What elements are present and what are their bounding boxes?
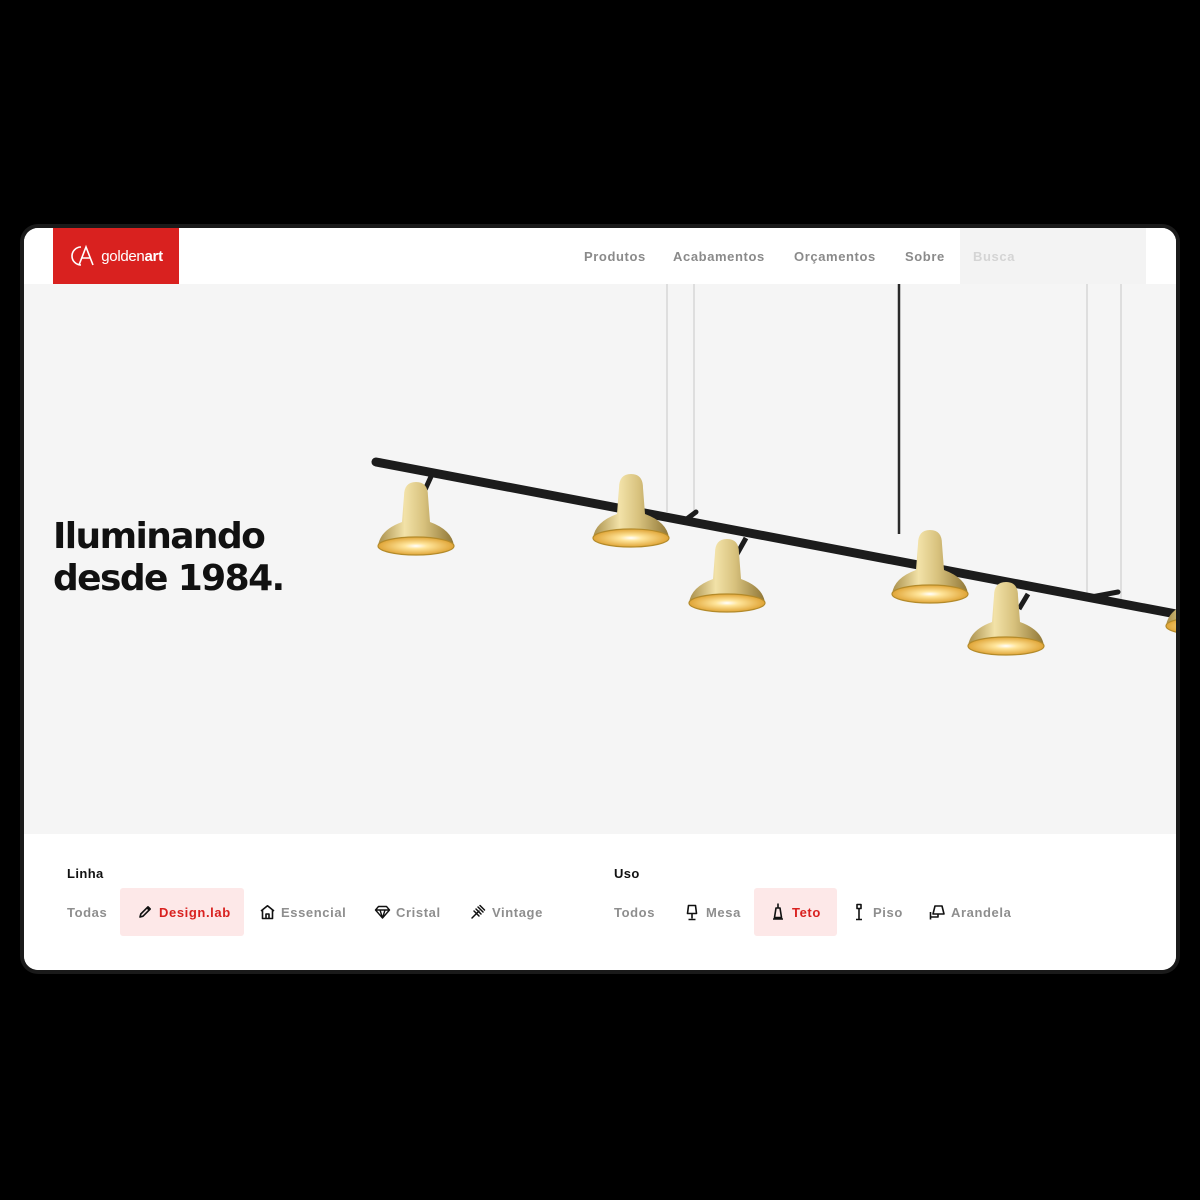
- table-lamp-icon: [683, 903, 701, 921]
- pendant-lamp-icon: [769, 903, 787, 921]
- filter-linha-vintage[interactable]: Vintage: [469, 888, 543, 936]
- ornament-icon: [469, 903, 487, 921]
- filter-group-linha-label: Linha: [67, 866, 104, 881]
- hero-banner: Iluminando desde 1984.: [24, 284, 1176, 834]
- chip-label: Teto: [792, 904, 821, 920]
- wall-lamp-icon: [928, 903, 946, 921]
- filter-uso-mesa[interactable]: Mesa: [683, 888, 741, 936]
- diamond-icon: [373, 903, 391, 921]
- hero-headline-line2: desde 1984.: [53, 558, 285, 599]
- chip-label: Vintage: [492, 904, 543, 920]
- filter-uso-teto[interactable]: Teto: [754, 888, 837, 936]
- nav-acabamentos[interactable]: Acabamentos: [673, 249, 765, 264]
- filter-linha-cristal[interactable]: Cristal: [373, 888, 441, 936]
- filter-group-uso-label: Uso: [614, 866, 640, 881]
- chip-label: Essencial: [281, 904, 347, 920]
- logo-mark-icon: [71, 244, 94, 266]
- filter-uso-piso[interactable]: Piso: [850, 888, 903, 936]
- goldenart-logo[interactable]: golden art: [53, 228, 179, 284]
- nav-produtos[interactable]: Produtos: [584, 249, 646, 264]
- site-header: golden art Produtos Acabamentos Orçamento…: [24, 228, 1176, 284]
- filter-linha-essencial[interactable]: Essencial: [258, 888, 346, 936]
- pencil-icon: [136, 903, 154, 921]
- nav-orcamentos[interactable]: Orçamentos: [794, 249, 876, 264]
- chip-label: Todas: [67, 904, 108, 920]
- hero-headline: Iluminando desde 1984.: [53, 516, 285, 600]
- browser-window: golden art Produtos Acabamentos Orçamento…: [24, 228, 1176, 970]
- filter-uso-arandela[interactable]: Arandela: [928, 888, 1011, 936]
- logo-text-golden: golden: [101, 247, 145, 265]
- nav-sobre[interactable]: Sobre: [905, 249, 945, 264]
- house-icon: [258, 903, 276, 921]
- logo-text-art: art: [144, 247, 163, 265]
- chip-label: Design.lab: [159, 904, 231, 920]
- chip-label: Cristal: [396, 904, 441, 920]
- chip-label: Piso: [873, 904, 903, 920]
- filter-panel: Linha Todas Design.lab Essencial Cristal: [24, 834, 1176, 970]
- chip-label: Mesa: [706, 904, 741, 920]
- filter-uso-todos[interactable]: Todos: [614, 888, 655, 936]
- filter-linha-design-lab[interactable]: Design.lab: [120, 888, 244, 936]
- search-input[interactable]: [960, 228, 1146, 284]
- hero-headline-line1: Iluminando: [53, 516, 266, 557]
- chip-label: Arandela: [951, 904, 1012, 920]
- floor-lamp-icon: [850, 903, 868, 921]
- filter-linha-todas[interactable]: Todas: [67, 888, 107, 936]
- chip-label: Todos: [614, 904, 656, 920]
